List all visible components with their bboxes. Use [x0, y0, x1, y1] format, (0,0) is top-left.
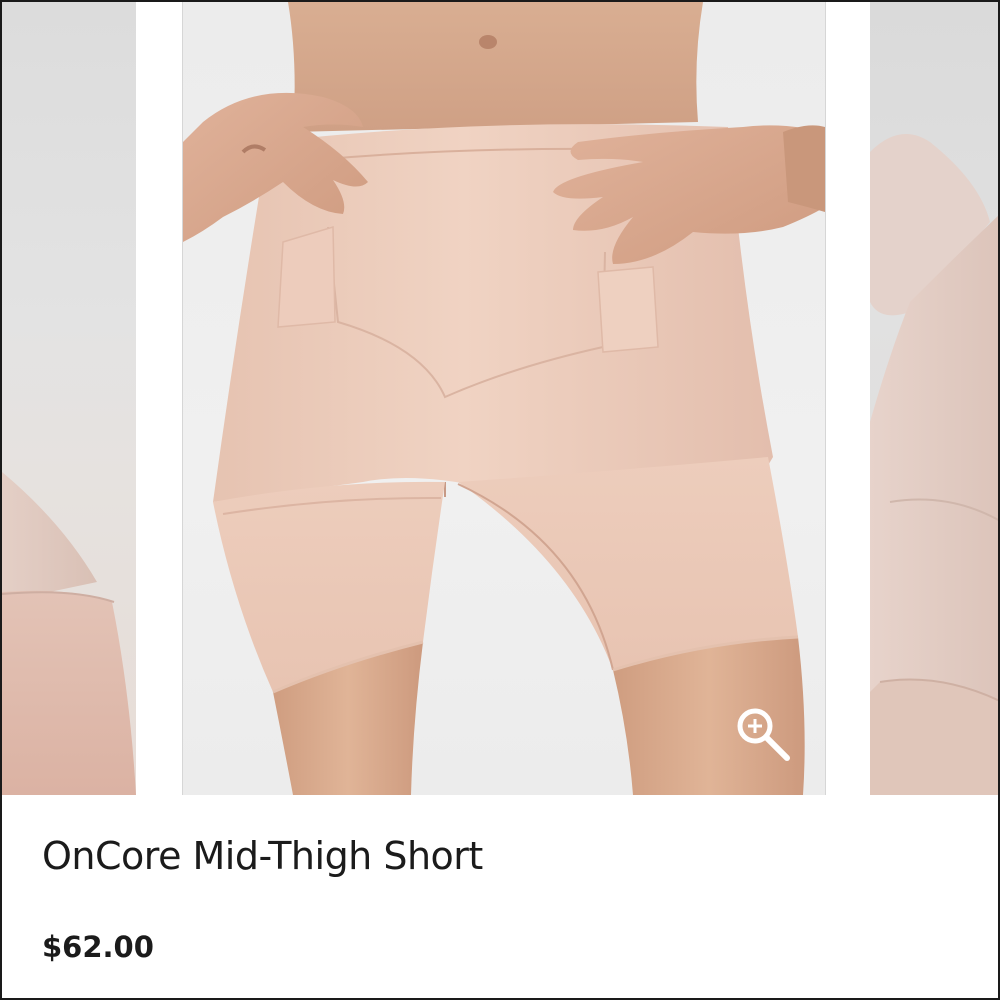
zoom-in-icon: [737, 708, 790, 761]
image-carousel[interactable]: [2, 2, 998, 797]
product-title[interactable]: OnCore Mid-Thigh Short: [42, 834, 483, 878]
product-image-previous: [2, 472, 136, 795]
product-card: OnCore Mid-Thigh Short $62.00: [0, 0, 1000, 1000]
product-price: $62.00: [42, 930, 154, 964]
product-image-next: [870, 134, 998, 795]
carousel-slide-previous[interactable]: [2, 2, 136, 795]
product-image-current: [183, 2, 825, 795]
carousel-slide-current[interactable]: [182, 2, 826, 795]
carousel-slide-next[interactable]: [870, 2, 998, 795]
zoom-button[interactable]: [729, 702, 797, 770]
